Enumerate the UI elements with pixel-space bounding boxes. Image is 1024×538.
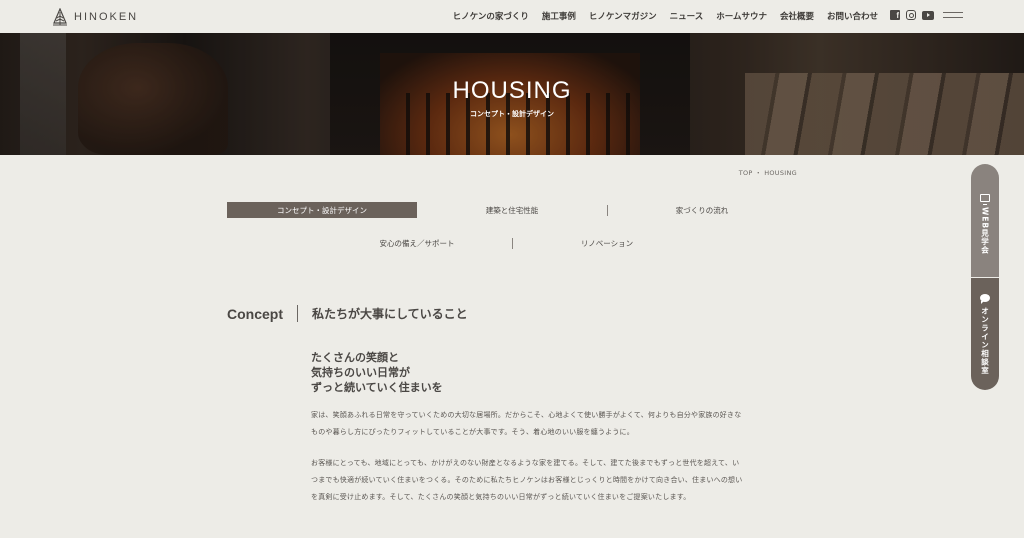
tab-architecture-performance[interactable]: 建築と住宅性能 [417, 202, 607, 218]
tab-renovation[interactable]: リノベーション [512, 235, 702, 251]
hamburger-menu-icon[interactable] [943, 12, 963, 20]
concept-heading: Concept 私たちが大事にしていること [227, 305, 468, 322]
paragraph-line: を真剣に受け止めます。そして、たくさんの笑顔と気持ちのいい日常がずっと続いていく… [311, 493, 691, 501]
side-floating-menu: WEB見学会 オンライン相談室 [971, 164, 999, 390]
online-consult-label: オンライン相談室 [980, 307, 990, 375]
site-header: HINOKEN ヒノケンの家づくり 施工事例 ヒノケンマガジン ニュース ホーム… [0, 0, 1024, 33]
concept-lead: たくさんの笑顔と 気持ちのいい日常が ずっと続いていく住まいを [311, 350, 443, 395]
logo[interactable]: HINOKEN [52, 8, 138, 26]
facebook-icon[interactable]: f [890, 10, 900, 20]
nav-item-house-building[interactable]: ヒノケンの家づくり [453, 10, 529, 22]
page-subtitle: コンセプト・設計デザイン [470, 110, 554, 118]
tab-building-flow[interactable]: 家づくりの流れ [607, 202, 797, 218]
tab-support[interactable]: 安心の備え／サポート [322, 235, 512, 251]
nav-item-news[interactable]: ニュース [670, 10, 704, 22]
instagram-icon[interactable] [906, 10, 916, 20]
chat-bubble-icon [980, 294, 990, 304]
online-consult-button[interactable]: オンライン相談室 [971, 278, 999, 390]
web-tour-label: WEB見学会 [980, 207, 990, 255]
social-links: f [890, 10, 934, 20]
page-title: HOUSING [452, 77, 572, 104]
monitor-icon [980, 194, 990, 205]
nav-item-company[interactable]: 会社概要 [780, 10, 814, 22]
nav-item-contact[interactable]: お問い合わせ [827, 10, 878, 22]
paragraph-line: お客様にとっても、地域にとっても、かけがえのない財産となるような家を建てる。そし… [311, 459, 740, 467]
youtube-icon[interactable] [922, 10, 934, 20]
paragraph-line: つまでも快適が続いていく住まいをつくる。そのために私たちヒノケンはお客様とじっく… [311, 476, 743, 484]
lead-line: 気持ちのいい日常が [311, 366, 410, 379]
nav-item-home-sauna[interactable]: ホームサウナ [716, 10, 767, 22]
concept-paragraph-1: 家は、笑顔あふれる日常を守っていくための大切な居場所。だからこそ、心地よくて使い… [311, 407, 799, 441]
lead-line: たくさんの笑顔と [311, 351, 399, 364]
breadcrumb[interactable]: TOP ・ HOUSING [739, 167, 797, 177]
nav-item-works[interactable]: 施工事例 [542, 10, 576, 22]
concept-heading-en: Concept [227, 305, 283, 322]
tab-concept-design[interactable]: コンセプト・設計デザイン [227, 202, 417, 218]
hero-banner: HOUSING コンセプト・設計デザイン [0, 33, 1024, 155]
concept-paragraph-2: お客様にとっても、地域にとっても、かけがえのない財産となるような家を建てる。そし… [311, 455, 799, 506]
global-nav: ヒノケンの家づくり 施工事例 ヒノケンマガジン ニュース ホームサウナ 会社概要… [453, 10, 878, 22]
heading-divider [297, 305, 298, 322]
brand-name: HINOKEN [74, 11, 139, 23]
lead-line: ずっと続いていく住まいを [311, 381, 443, 394]
web-tour-button[interactable]: WEB見学会 [971, 164, 999, 277]
paragraph-line: 家は、笑顔あふれる日常を守っていくための大切な居場所。だからこそ、心地よくて使い… [311, 411, 742, 419]
nav-item-magazine[interactable]: ヒノケンマガジン [589, 10, 657, 22]
paragraph-line: ものや暮らし方にぴったりフィットしていることが大事です。そう、着心地のいい服を纏… [311, 428, 634, 436]
logo-tree-icon [53, 8, 67, 26]
concept-heading-ja: 私たちが大事にしていること [312, 307, 468, 321]
